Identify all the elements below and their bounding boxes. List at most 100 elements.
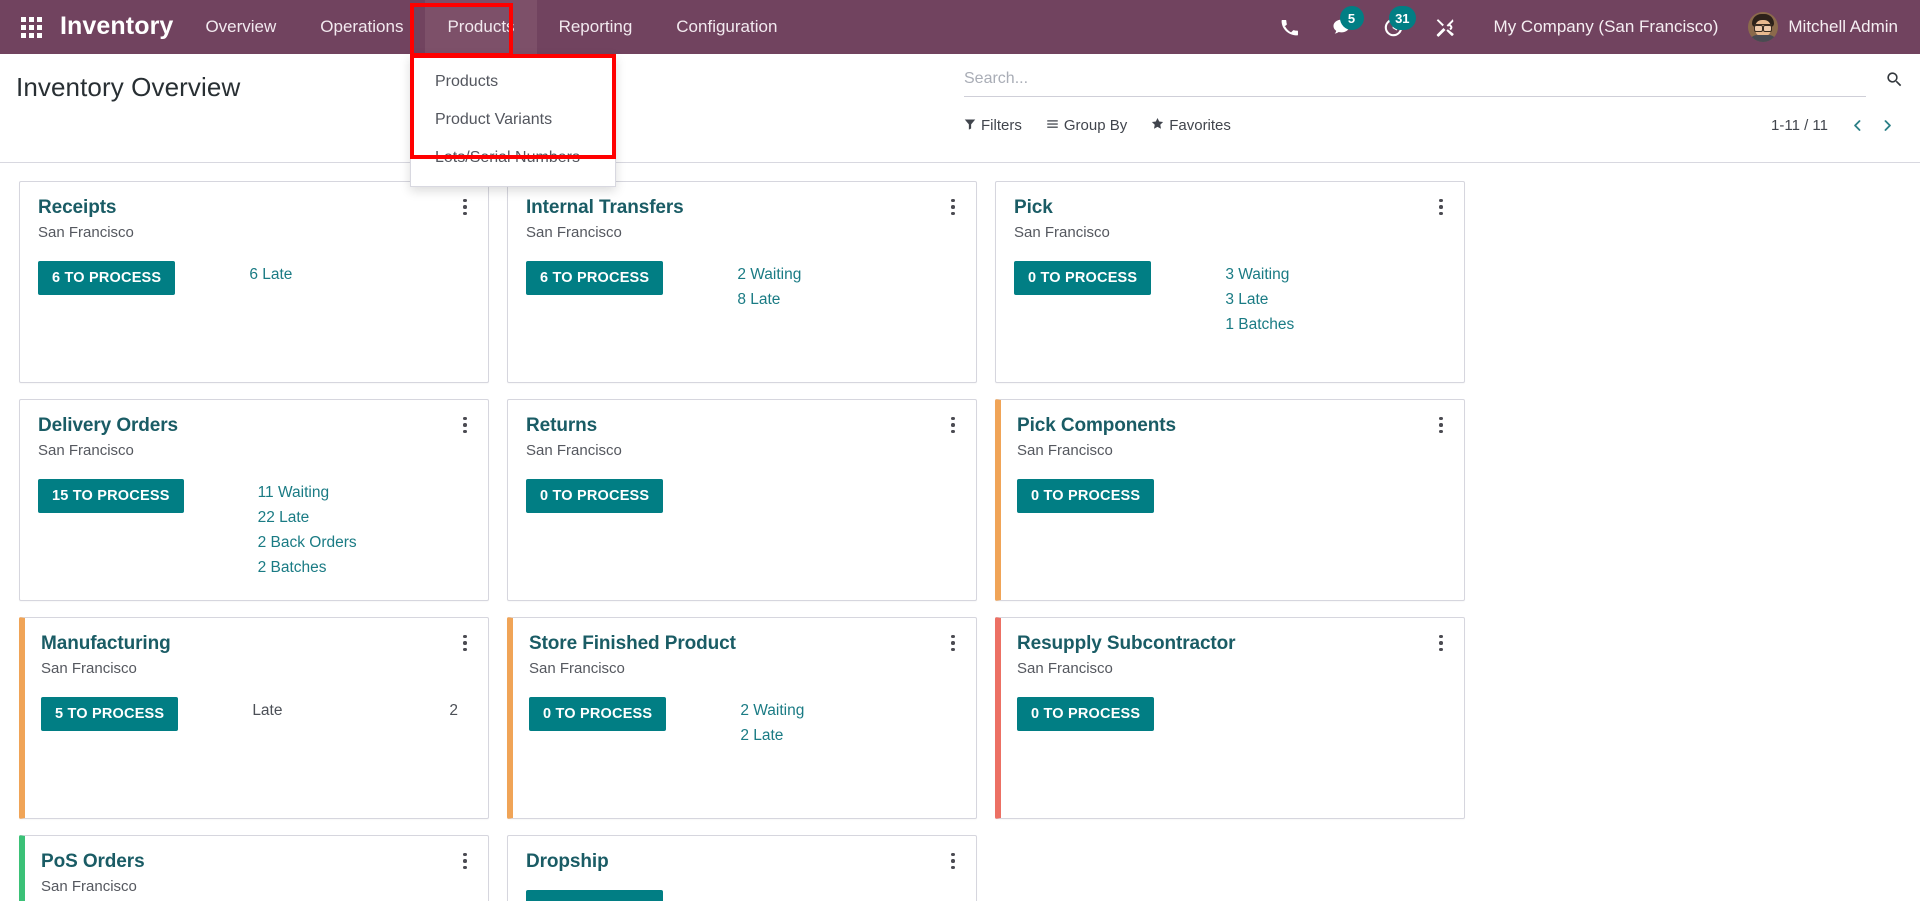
activities-clock-icon[interactable]: 31 (1368, 0, 1420, 54)
kanban-card[interactable]: Dropship 0 TO PROCESS (507, 835, 977, 901)
pager: 1-11 / 11 (1771, 112, 1904, 138)
apps-menu-toggle[interactable] (10, 0, 52, 54)
menu-configuration[interactable]: Configuration (654, 0, 799, 54)
menu-reporting[interactable]: Reporting (537, 0, 655, 54)
top-navbar: Inventory Overview Operations Products R… (0, 0, 1920, 54)
to-process-button[interactable]: 5 TO PROCESS (41, 697, 179, 731)
card-body: 0 TO PROCESS (526, 479, 960, 513)
card-title[interactable]: Dropship (526, 850, 960, 874)
card-title[interactable]: Pick (1014, 196, 1448, 220)
to-process-button[interactable]: 0 TO PROCESS (526, 479, 664, 513)
card-title[interactable]: Manufacturing (41, 632, 472, 656)
kanban-card[interactable]: Store Finished Product San Francisco 0 TO … (507, 617, 977, 819)
to-process-button[interactable]: 15 TO PROCESS (38, 479, 184, 513)
card-stat-row[interactable]: Late 2 (252, 699, 472, 723)
card-kebab-menu-icon[interactable] (1432, 196, 1450, 218)
to-process-button[interactable]: 0 TO PROCESS (529, 697, 667, 731)
kanban-card[interactable]: Pick San Francisco 0 TO PROCESS 3 Waiting 3 … (995, 181, 1465, 383)
kanban-card[interactable]: Delivery Orders San Francisco 15 TO PROCES… (19, 399, 489, 601)
messages-icon[interactable]: 5 (1316, 0, 1368, 54)
card-stat-link[interactable]: 2 Back Orders (258, 531, 472, 555)
favorites-label: Favorites (1169, 116, 1231, 134)
to-process-button[interactable]: 6 TO PROCESS (526, 261, 664, 295)
card-stat-link[interactable]: 2 Waiting (740, 699, 960, 723)
card-kebab-menu-icon[interactable] (944, 196, 962, 218)
card-kebab-menu-icon[interactable] (944, 414, 962, 436)
messages-badge: 5 (1339, 6, 1364, 30)
card-stat-link[interactable]: 1 Batches (1225, 313, 1448, 337)
group-by-button[interactable]: Group By (1046, 117, 1127, 134)
kanban-card[interactable]: Returns San Francisco 0 TO PROCESS (507, 399, 977, 601)
card-body: 0 TO PROCESS (1017, 697, 1448, 731)
dropdown-item-product-variants[interactable]: Product Variants (411, 101, 615, 139)
menu-operations[interactable]: Operations (298, 0, 425, 54)
card-stats: 11 Waiting 22 Late 2 Back Orders 2 Batches (258, 479, 472, 580)
products-dropdown-menu: Products Product Variants Lots/Serial Nu… (410, 54, 616, 187)
card-title[interactable]: PoS Orders (41, 850, 472, 874)
activities-badge: 31 (1389, 6, 1416, 30)
navbar-right-tools: 5 31 My Company (San Francisco) Mitchell… (1264, 0, 1902, 54)
kanban-card[interactable]: Resupply Subcontractor San Francisco 0 TO … (995, 617, 1465, 819)
card-kebab-menu-icon[interactable] (1432, 632, 1450, 654)
card-subtitle: San Francisco (526, 224, 622, 241)
kanban-card[interactable]: PoS OrdersSan Francisco0 TO PROCESS (19, 835, 489, 901)
kanban-card[interactable]: Internal Transfers San Francisco 6 TO PROC… (507, 181, 977, 383)
to-process-button[interactable]: 0 TO PROCESS (1017, 479, 1155, 513)
card-stat-value: 2 (449, 702, 458, 719)
to-process-button[interactable]: 0 TO PROCESS (526, 890, 664, 901)
card-stat-link[interactable]: 2 Batches (258, 556, 472, 580)
app-brand-inventory[interactable]: Inventory (60, 12, 173, 43)
card-stat-link[interactable]: 3 Late (1225, 288, 1448, 312)
card-stat-link[interactable]: 6 Late (249, 263, 472, 287)
card-stats (1228, 479, 1448, 513)
card-kebab-menu-icon[interactable] (1432, 414, 1450, 436)
search-input[interactable] (964, 70, 1866, 88)
card-stats (737, 479, 960, 513)
card-stat-link[interactable]: 2 Late (740, 724, 960, 748)
card-kebab-menu-icon[interactable] (944, 632, 962, 654)
card-stat-link[interactable]: 11 Waiting (258, 481, 472, 505)
kanban-card[interactable]: Receipts San Francisco 6 TO PROCESS 6 Late (19, 181, 489, 383)
user-menu[interactable]: Mitchell Admin (1734, 12, 1902, 42)
search-box[interactable] (964, 66, 1866, 97)
search-icon[interactable] (1866, 70, 1904, 93)
pager-next-button[interactable] (1874, 112, 1900, 138)
phone-icon[interactable] (1264, 0, 1316, 54)
card-subtitle: San Francisco (38, 224, 134, 241)
card-title[interactable]: Internal Transfers (526, 196, 960, 220)
card-body: 0 TO PROCESS (1017, 479, 1448, 513)
card-body: 5 TO PROCESS Late 2 (41, 697, 472, 731)
developer-tools-icon[interactable] (1420, 0, 1472, 54)
card-kebab-menu-icon[interactable] (456, 414, 474, 436)
pager-count[interactable]: 1-11 / 11 (1771, 117, 1828, 134)
card-stat-link[interactable]: 2 Waiting (737, 263, 960, 287)
to-process-button[interactable]: 0 TO PROCESS (1014, 261, 1152, 295)
kanban-card[interactable]: Manufacturing San Francisco 5 TO PROCESS La… (19, 617, 489, 819)
favorites-button[interactable]: Favorites (1151, 117, 1231, 134)
card-title[interactable]: Returns (526, 414, 960, 438)
card-body: 15 TO PROCESS 11 Waiting 22 Late 2 Back Ord… (38, 479, 472, 580)
card-title[interactable]: Store Finished Product (529, 632, 960, 656)
card-title[interactable]: Receipts (38, 196, 472, 220)
menu-overview[interactable]: Overview (183, 0, 298, 54)
card-title[interactable]: Resupply Subcontractor (1017, 632, 1448, 656)
card-kebab-menu-icon[interactable] (944, 850, 962, 872)
menu-products[interactable]: Products (425, 0, 537, 54)
to-process-button[interactable]: 6 TO PROCESS (38, 261, 176, 295)
card-body: 0 TO PROCESS 2 Waiting 2 Late (529, 697, 960, 748)
card-kebab-menu-icon[interactable] (456, 196, 474, 218)
company-selector[interactable]: My Company (San Francisco) (1472, 17, 1735, 37)
dropdown-item-products[interactable]: Products (411, 63, 615, 101)
filters-button[interactable]: Filters (964, 117, 1022, 134)
kanban-card[interactable]: Pick Components San Francisco 0 TO PROCESS (995, 399, 1465, 601)
card-stat-link[interactable]: 8 Late (737, 288, 960, 312)
pager-previous-button[interactable] (1844, 112, 1870, 138)
dropdown-item-lots-serial-numbers[interactable]: Lots/Serial Numbers (411, 139, 615, 177)
card-title[interactable]: Pick Components (1017, 414, 1448, 438)
card-kebab-menu-icon[interactable] (456, 632, 474, 654)
card-stat-link[interactable]: 3 Waiting (1225, 263, 1448, 287)
to-process-button[interactable]: 0 TO PROCESS (1017, 697, 1155, 731)
card-stat-link[interactable]: 22 Late (258, 506, 472, 530)
card-kebab-menu-icon[interactable] (456, 850, 474, 872)
card-title[interactable]: Delivery Orders (38, 414, 472, 438)
